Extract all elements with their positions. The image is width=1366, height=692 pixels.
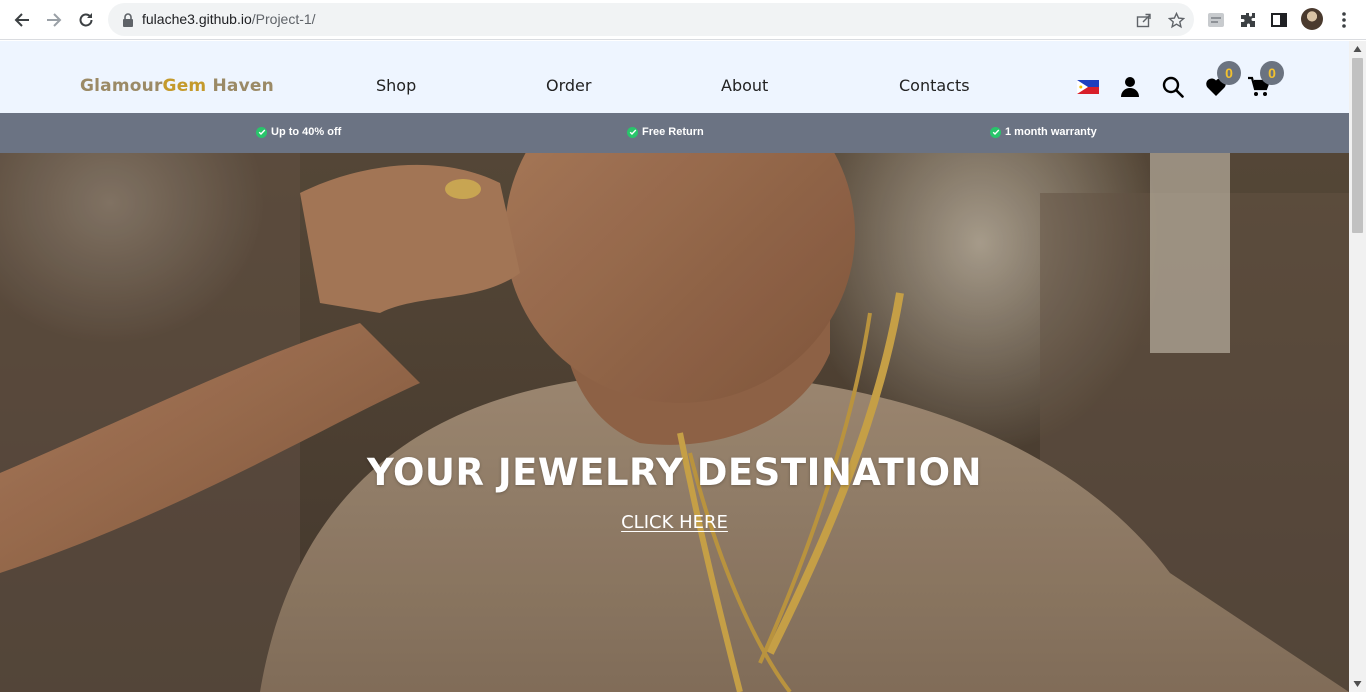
scroll-down-icon[interactable] <box>1353 680 1362 688</box>
hero-cta-link[interactable]: CLICK HERE <box>0 512 1349 533</box>
page-scrollbar[interactable] <box>1349 41 1366 692</box>
profile-avatar[interactable] <box>1301 8 1323 30</box>
address-bar[interactable]: fulache3.github.io/Project-1/ <box>108 3 1194 36</box>
search-icon[interactable] <box>1160 74 1186 100</box>
url-text: fulache3.github.io/Project-1/ <box>142 11 316 27</box>
puzzle-icon[interactable] <box>1237 9 1259 31</box>
nav-contacts[interactable]: Contacts <box>899 76 970 95</box>
hero-banner: YOUR JEWELRY DESTINATION CLICK HERE <box>0 153 1349 692</box>
brand-logo[interactable]: GlamourGem Haven <box>80 76 274 96</box>
scroll-thumb[interactable] <box>1352 58 1363 233</box>
wishlist-count-badge: 0 <box>1217 61 1241 85</box>
nav-about[interactable]: About <box>721 76 768 95</box>
bookmark-star-icon[interactable] <box>1167 11 1185 29</box>
side-panel-icon[interactable] <box>1268 9 1290 31</box>
nav-order[interactable]: Order <box>546 76 591 95</box>
philippines-flag-icon[interactable] <box>1075 74 1101 100</box>
scroll-up-icon[interactable] <box>1353 45 1362 53</box>
lock-icon[interactable] <box>122 12 134 31</box>
promo-free-return: Free Return <box>627 126 704 138</box>
check-icon <box>990 126 1001 138</box>
check-icon <box>256 126 267 138</box>
back-icon[interactable] <box>10 9 34 31</box>
forward-icon[interactable] <box>42 9 66 31</box>
nav-shop[interactable]: Shop <box>376 76 416 95</box>
hero-title: YOUR JEWELRY DESTINATION <box>367 451 982 494</box>
site-header: GlamourGem Haven Shop Order About Contac… <box>0 41 1349 113</box>
cart-count-badge: 0 <box>1260 61 1284 85</box>
promo-bar: Up to 40% off Free Return 1 month warran… <box>0 113 1349 153</box>
menu-kebab-icon[interactable] <box>1333 9 1355 31</box>
check-icon <box>627 126 638 138</box>
user-icon[interactable] <box>1117 74 1143 100</box>
share-icon[interactable] <box>1135 11 1153 29</box>
promo-warranty: 1 month warranty <box>990 126 1097 138</box>
extension-icon[interactable] <box>1205 9 1227 31</box>
browser-toolbar: fulache3.github.io/Project-1/ <box>0 0 1366 40</box>
reload-icon[interactable] <box>74 9 98 31</box>
promo-discount: Up to 40% off <box>256 126 341 138</box>
hero-image <box>0 153 1349 692</box>
